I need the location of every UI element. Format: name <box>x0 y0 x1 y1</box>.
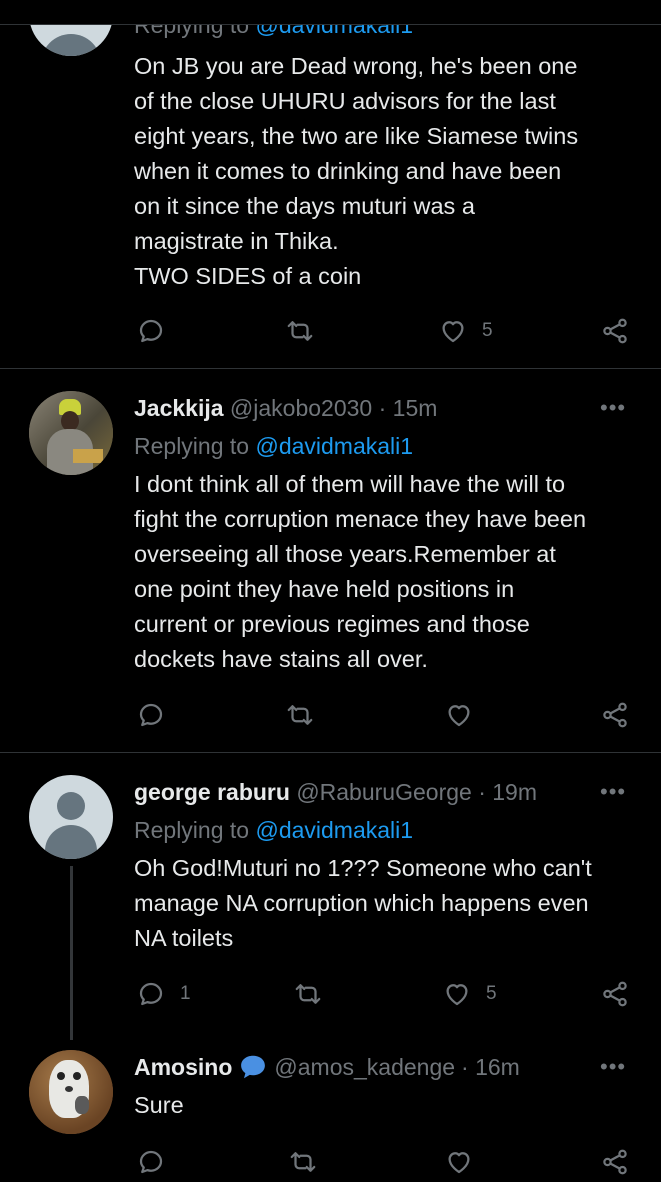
tweet-text: On JB you are Dead wrong, he's been one … <box>134 53 579 289</box>
thread-line <box>70 866 73 1040</box>
like-count: 5 <box>486 983 497 1004</box>
share-button[interactable] <box>600 1147 630 1177</box>
reply-count: 1 <box>180 983 191 1004</box>
tweet-header: george raburu @RaburuGeorge · 19m <box>134 777 537 807</box>
like-count: 5 <box>482 320 493 341</box>
avatar-default[interactable] <box>29 775 113 859</box>
display-name[interactable]: george raburu <box>134 779 290 805</box>
speech-bubble-emoji-icon <box>241 1055 266 1079</box>
display-name[interactable]: Jackkija <box>134 395 224 421</box>
reply-context: Replying to @davidmakali1 <box>134 431 413 461</box>
retweet-icon <box>295 984 321 1004</box>
tweet-text: Oh God!Muturi no 1??? Someone who can't … <box>134 855 592 951</box>
retweet-button[interactable] <box>288 1147 318 1177</box>
timestamp[interactable]: · 16m <box>461 1052 520 1082</box>
retweet-button[interactable] <box>293 979 323 1009</box>
like-button[interactable]: 5 <box>442 979 497 1009</box>
tweet-header: Amosino @amos_kadenge · 16m <box>134 1052 520 1082</box>
tweet-text: Sure <box>134 1092 184 1118</box>
share-button[interactable] <box>600 316 630 346</box>
heart-icon <box>448 705 470 727</box>
reply-button[interactable] <box>136 316 166 346</box>
reply-button[interactable] <box>136 1147 166 1177</box>
user-handle[interactable]: @jakobo2030 <box>230 395 372 421</box>
like-button[interactable]: 5 <box>438 316 493 346</box>
reply-icon <box>139 703 163 727</box>
divider <box>0 368 661 369</box>
share-button[interactable] <box>600 979 630 1009</box>
reply-button[interactable] <box>136 700 166 730</box>
more-options-button[interactable]: ••• <box>600 395 626 421</box>
reply-button[interactable]: 1 <box>136 979 191 1009</box>
display-name[interactable]: Amosino <box>134 1052 232 1082</box>
divider <box>0 752 661 753</box>
like-button[interactable] <box>444 1147 474 1177</box>
more-options-button[interactable]: ••• <box>600 779 626 805</box>
avatar-amosino[interactable] <box>29 1050 113 1134</box>
reply-context: Replying to @davidmakali1 <box>134 815 413 845</box>
share-icon <box>603 702 627 728</box>
retweet-button[interactable] <box>285 316 315 346</box>
share-icon <box>603 318 627 344</box>
retweet-button[interactable] <box>285 700 315 730</box>
share-icon <box>603 1149 627 1175</box>
heart-icon <box>442 321 464 343</box>
tweet-text: I dont think all of them will have the w… <box>134 471 587 672</box>
timestamp[interactable]: · 15m <box>379 395 438 421</box>
retweet-icon <box>290 1152 316 1172</box>
avatar-jackkija[interactable] <box>29 391 113 475</box>
reply-handle-link[interactable]: @davidmakali1 <box>255 433 413 459</box>
reply-icon <box>139 982 163 1006</box>
more-options-button[interactable]: ••• <box>600 1054 626 1080</box>
reply-icon <box>139 1150 163 1174</box>
user-handle[interactable]: @RaburuGeorge <box>296 779 472 805</box>
reply-handle-link[interactable]: @davidmakali1 <box>255 817 413 843</box>
like-button[interactable] <box>444 700 474 730</box>
share-button[interactable] <box>600 700 630 730</box>
reply-icon <box>139 319 163 343</box>
heart-icon <box>448 1152 470 1174</box>
retweet-icon <box>287 705 313 725</box>
user-handle[interactable]: @amos_kadenge <box>274 1052 455 1082</box>
timestamp[interactable]: · 19m <box>478 779 537 805</box>
replying-to-label: Replying to <box>134 433 250 459</box>
share-icon <box>603 981 627 1007</box>
retweet-icon <box>287 321 313 341</box>
heart-icon <box>446 984 468 1006</box>
replying-to-label: Replying to <box>134 817 250 843</box>
tweet-header: Jackkija @jakobo2030 · 15m <box>134 393 437 423</box>
